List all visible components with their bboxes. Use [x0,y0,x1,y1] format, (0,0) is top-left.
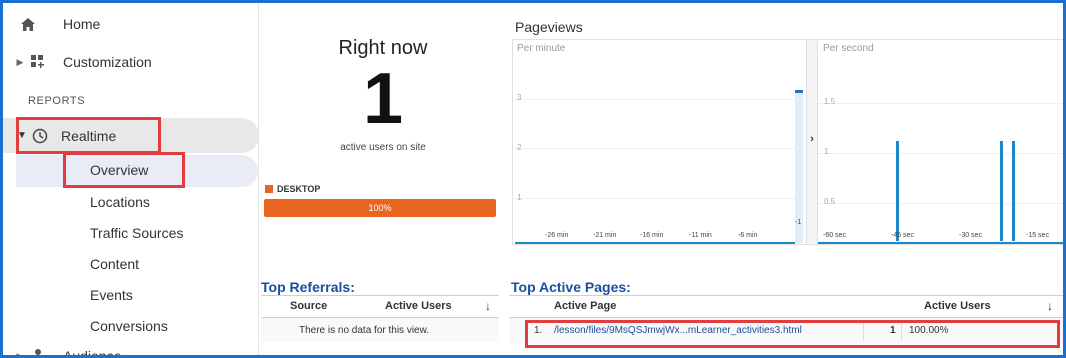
chevron-right-icon[interactable]: ▶ [13,57,27,68]
sidebar-subitem-locations[interactable]: Locations [90,194,150,210]
sidebar-item-label: Home [63,16,101,32]
sidebar: Home ▶ Customization REPORTS ▼ Realtime … [3,3,259,358]
sidebar-subitem-traffic-sources[interactable]: Traffic Sources [90,225,183,241]
sort-arrow-icon[interactable]: ↓ [1047,299,1053,313]
x-tick: -15 sec [1026,232,1049,239]
sidebar-subitem-events[interactable]: Events [90,287,133,303]
y-tick: 3 [517,93,522,102]
column-header-active-users[interactable]: Active Users [385,300,452,312]
pageviews-title: Pageviews [515,19,583,35]
right-now-title: Right now [338,37,428,59]
sort-arrow-icon[interactable]: ↓ [485,299,491,313]
x-tick: -45 sec [891,232,914,239]
gridline [818,153,1063,154]
x-tick-edge: -1 [795,219,802,226]
x-tick: -11 min [689,232,712,239]
sidebar-subitem-conversions[interactable]: Conversions [90,318,168,334]
chevron-right-icon[interactable]: ▶ [13,351,27,356]
person-icon [27,349,49,355]
active-page-annotation-box [525,320,1060,348]
top-referrals-title: Top Referrals: [261,279,355,295]
x-tick: -30 sec [959,232,982,239]
empty-message: There is no data for this view. [299,325,430,336]
y-tick: 1 [517,193,522,202]
x-tick: -6 min [738,232,758,239]
per-second-label: Per second [823,43,874,54]
sidebar-subitem-content[interactable]: Content [90,256,139,272]
gridline [513,198,795,199]
current-minute-bar-cap [795,90,803,93]
overview-annotation-box [63,152,185,188]
x-tick: -60 sec [823,232,846,239]
sidebar-item-label: Customization [63,54,152,70]
gridline [513,99,795,100]
divider [509,295,1063,296]
y-tick: 1.5 [824,97,836,106]
gridline [818,103,1063,104]
active-users-count: 1 [362,59,404,139]
sidebar-item-home[interactable]: Home [3,13,259,35]
analytics-window: Home ▶ Customization REPORTS ▼ Realtime … [0,0,1066,358]
column-header-active-page[interactable]: Active Page [554,300,616,312]
per-second-bar [1012,141,1015,241]
per-second-chart [817,39,1063,245]
per-minute-label: Per minute [517,43,566,54]
device-legend: DESKTOP [265,184,320,194]
per-minute-chart [512,39,807,245]
home-icon [17,17,39,31]
device-share-bar: 100% [264,199,496,217]
gridline [818,203,1063,204]
gridline [513,148,795,149]
column-header-active-users[interactable]: Active Users [924,300,991,312]
column-header-source[interactable]: Source [290,300,327,312]
sidebar-item-label: Audience [63,348,122,358]
top-active-pages-title: Top Active Pages: [511,279,631,295]
divider [261,295,499,296]
reports-section-label: REPORTS [28,95,86,107]
chevron-right-icon[interactable]: › [807,133,817,145]
x-tick: -16 min [640,232,664,239]
per-second-bar [1000,141,1003,241]
device-label: DESKTOP [277,184,321,194]
legend-swatch [265,185,273,193]
sidebar-item-audience[interactable]: ▶ Audience [3,345,259,358]
x-tick: -26 min [545,232,569,239]
sidebar-item-customization[interactable]: ▶ Customization [3,51,259,73]
x-tick: -21 min [593,232,617,239]
active-users-label: active users on site [340,142,426,153]
realtime-annotation-box [16,117,161,154]
per-minute-baseline [515,242,795,244]
per-second-bar [896,141,899,241]
y-tick: 2 [517,143,522,152]
dashboard-grid-icon [27,55,49,69]
y-tick: 0.5 [824,197,836,206]
per-second-baseline [818,242,1063,244]
y-tick: 1 [824,147,829,156]
